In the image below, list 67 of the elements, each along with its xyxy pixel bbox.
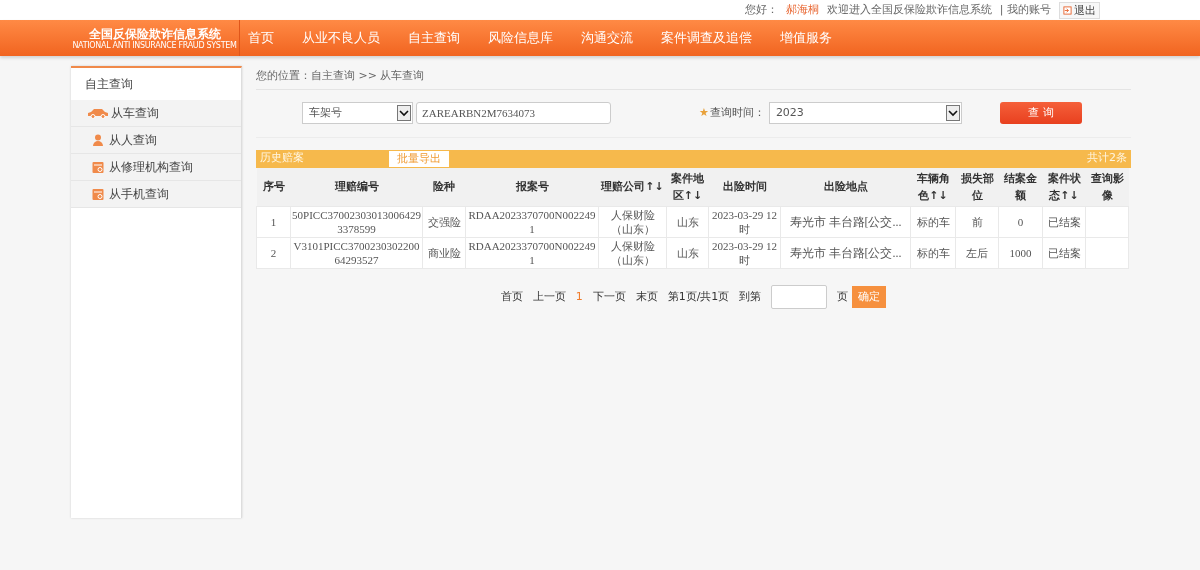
logout-button[interactable]: 退出	[1059, 1, 1100, 19]
page-input-field[interactable]	[771, 285, 828, 309]
breadcrumb-text: 您的位置：自主查询 >> 从车查询	[256, 66, 1131, 90]
required-star-icon: ★	[699, 104, 709, 122]
table-cell: 2023-03-29 12时	[708, 206, 781, 238]
prev-page-link[interactable]: 上一页	[532, 288, 566, 306]
sidebar-item[interactable]: 从手机查询	[71, 181, 241, 208]
column-header: 结案金额	[998, 167, 1043, 207]
table-cell: 2023-03-29 12时	[708, 237, 781, 269]
calendar-icon	[92, 161, 104, 173]
sidebar-title: 自主查询	[84, 76, 134, 93]
caret-icon	[945, 105, 960, 121]
table-cell: RDAA2023370700N0022491	[465, 206, 599, 238]
calendar-icon	[92, 188, 104, 200]
table-cell: 交强险	[422, 206, 466, 238]
caret-icon	[397, 105, 411, 121]
account-link[interactable]: | 我的账号	[999, 1, 1051, 19]
column-header[interactable]: 车辆角色↑↓	[910, 167, 956, 207]
greeting-text: 您好：	[744, 1, 778, 18]
column-header: 序号	[256, 167, 291, 207]
sidebar-item[interactable]: 从人查询	[71, 127, 241, 154]
table-cell: 0	[998, 206, 1043, 238]
table-cell: 1	[256, 206, 291, 238]
table-cell: 50PICC370023030130064293378599	[290, 206, 423, 238]
table-cell: 山东	[666, 206, 709, 238]
column-header: 出险地点	[780, 167, 911, 207]
column-header: 报案号	[465, 167, 599, 207]
time-label: 查询时间：	[709, 104, 765, 121]
column-header: 查询影像	[1085, 167, 1129, 207]
welcome-text: 欢迎进入全国反保险欺诈信息系统	[826, 1, 992, 18]
user-name: 郝海桐	[785, 1, 819, 18]
column-header: 理赔编号	[290, 167, 423, 207]
column-header: 损失部位	[955, 167, 999, 207]
column-header: 出险时间	[708, 167, 781, 207]
table-cell: 寿光市 丰台路[公交...	[780, 206, 911, 238]
table-cell: 标的车	[910, 206, 956, 238]
page-info: 第1页/共1页	[667, 288, 730, 305]
table-cell: V3101PICC370023030220064293527	[290, 237, 423, 269]
table-cell: 人保财险（山东）	[598, 237, 667, 269]
last-page-link[interactable]: 末页	[635, 288, 658, 306]
goto-label: 到第	[739, 288, 762, 305]
table-cell: 2	[256, 237, 291, 269]
first-page-link[interactable]: 首页	[500, 288, 523, 306]
year-select[interactable]: 2023	[768, 102, 962, 124]
table-cell: 寿光市 丰台路[公交...	[780, 237, 911, 269]
logo-title: 全国反保险欺诈信息系统	[87, 26, 222, 41]
query-button[interactable]: 查 询	[999, 102, 1082, 124]
car-icon	[87, 107, 109, 119]
sidebar-item[interactable]: 从修理机构查询	[71, 154, 241, 181]
table-cell: 人保财险（山东）	[598, 206, 667, 238]
total-count: 共计2条	[1087, 150, 1127, 167]
type-select[interactable]: 车架号	[302, 102, 413, 124]
next-page-link[interactable]: 下一页	[592, 288, 626, 306]
column-header: 险种	[422, 167, 466, 207]
page-suffix: 页	[837, 288, 849, 305]
exit-icon	[1063, 5, 1072, 15]
column-header[interactable]: 理赔公司↑↓	[598, 167, 667, 207]
history-title: 历史赔案	[260, 150, 304, 167]
table-cell: 前	[955, 206, 999, 238]
sidebar-item[interactable]: 从车查询	[71, 100, 241, 127]
vin-input-field[interactable]: ZAREARBN2M7634073	[416, 102, 611, 124]
table-cell: RDAA2023370700N0022491	[465, 237, 599, 269]
column-header[interactable]: 案件地区↑↓	[666, 167, 709, 207]
person-icon	[92, 134, 104, 146]
column-header[interactable]: 案件状态↑↓	[1042, 167, 1086, 207]
table-cell: 已结案	[1042, 206, 1086, 238]
logo-subtitle: NATIONAL ANTI INSURANCE FRAUD SYSTEM	[71, 40, 238, 50]
